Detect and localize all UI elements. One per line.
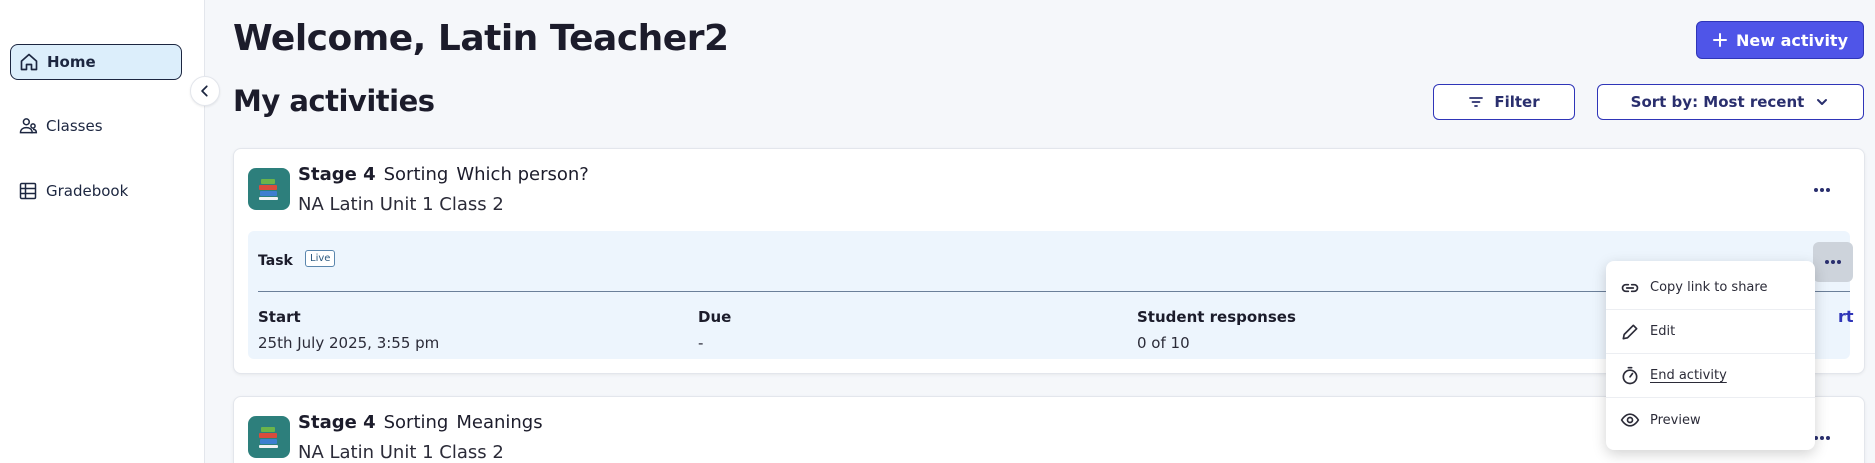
more-icon <box>1825 260 1841 264</box>
status-badge: Live <box>305 250 336 267</box>
sidebar-collapse-button[interactable] <box>190 76 220 106</box>
filter-label: Filter <box>1494 93 1540 111</box>
new-activity-label: New activity <box>1736 30 1848 50</box>
menu-item-copy-link[interactable]: Copy link to share <box>1606 266 1815 310</box>
activity-title[interactable]: Stage 4 Sorting Which person? <box>298 164 589 185</box>
menu-item-label: Copy link to share <box>1650 280 1768 295</box>
chevron-down-icon <box>1817 99 1828 105</box>
activity-class: NA Latin Unit 1 Class 2 <box>298 194 504 215</box>
sort-dropdown[interactable]: Sort by: Most recent <box>1597 84 1864 120</box>
section-title: My activities <box>233 84 435 118</box>
pencil-icon <box>1622 324 1638 339</box>
start-label: Start <box>258 308 301 326</box>
plus-icon <box>1713 33 1727 47</box>
sidebar-item-classes[interactable]: Classes <box>10 108 182 144</box>
menu-item-end-activity[interactable]: End activity <box>1606 354 1815 398</box>
sidebar-item-home[interactable]: Home <box>10 44 182 80</box>
activity-stage: Stage 4 <box>298 412 376 433</box>
activity-name: Which person? <box>456 164 589 185</box>
due-value: - <box>698 334 704 352</box>
task-more-button[interactable] <box>1813 242 1853 282</box>
more-icon <box>1814 436 1830 440</box>
link-icon <box>1621 283 1639 292</box>
sort-label: Sort by: Most recent <box>1630 93 1805 111</box>
stopwatch-icon <box>1622 366 1638 384</box>
activity-type: Sorting <box>383 412 449 433</box>
eye-icon <box>1620 413 1640 427</box>
start-task-link[interactable]: rt <box>1838 307 1854 326</box>
home-icon <box>20 53 38 71</box>
activity-more-button[interactable] <box>1804 172 1840 208</box>
page-title: Welcome, Latin Teacher2 <box>233 18 729 59</box>
sidebar-item-label: Gradebook <box>46 182 129 200</box>
activity-stage: Stage 4 <box>298 164 376 185</box>
sidebar-item-label: Home <box>47 53 96 71</box>
due-label: Due <box>698 308 732 326</box>
filter-icon <box>1469 97 1484 107</box>
table-icon <box>19 182 37 200</box>
activity-class: NA Latin Unit 1 Class 2 <box>298 442 504 463</box>
activity-name: Meanings <box>456 412 543 433</box>
menu-item-edit[interactable]: Edit <box>1606 310 1815 354</box>
responses-value: 0 of 10 <box>1137 334 1190 352</box>
menu-item-preview[interactable]: Preview <box>1606 398 1815 442</box>
activity-title[interactable]: Stage 4 Sorting Meanings <box>298 412 543 433</box>
menu-item-label: End activity <box>1650 368 1727 383</box>
task-actions-menu: Copy link to share Edit End activity Pre… <box>1606 261 1815 450</box>
start-value: 25th July 2025, 3:55 pm <box>258 334 440 352</box>
responses-label: Student responses <box>1137 308 1296 326</box>
sidebar-item-label: Classes <box>46 117 103 135</box>
more-icon <box>1814 188 1830 192</box>
new-activity-button[interactable]: New activity <box>1696 21 1864 59</box>
menu-item-label: Edit <box>1650 324 1676 339</box>
activity-type: Sorting <box>383 164 449 185</box>
filter-button[interactable]: Filter <box>1433 84 1575 120</box>
task-label: Task <box>258 253 293 269</box>
people-icon <box>19 118 38 134</box>
menu-item-label: Preview <box>1650 412 1701 428</box>
books-icon <box>248 416 290 458</box>
chevron-left-icon <box>201 85 208 97</box>
books-icon <box>248 168 290 210</box>
sidebar-item-gradebook[interactable]: Gradebook <box>10 173 182 209</box>
sidebar: Home Classes Gradebook <box>0 0 205 463</box>
